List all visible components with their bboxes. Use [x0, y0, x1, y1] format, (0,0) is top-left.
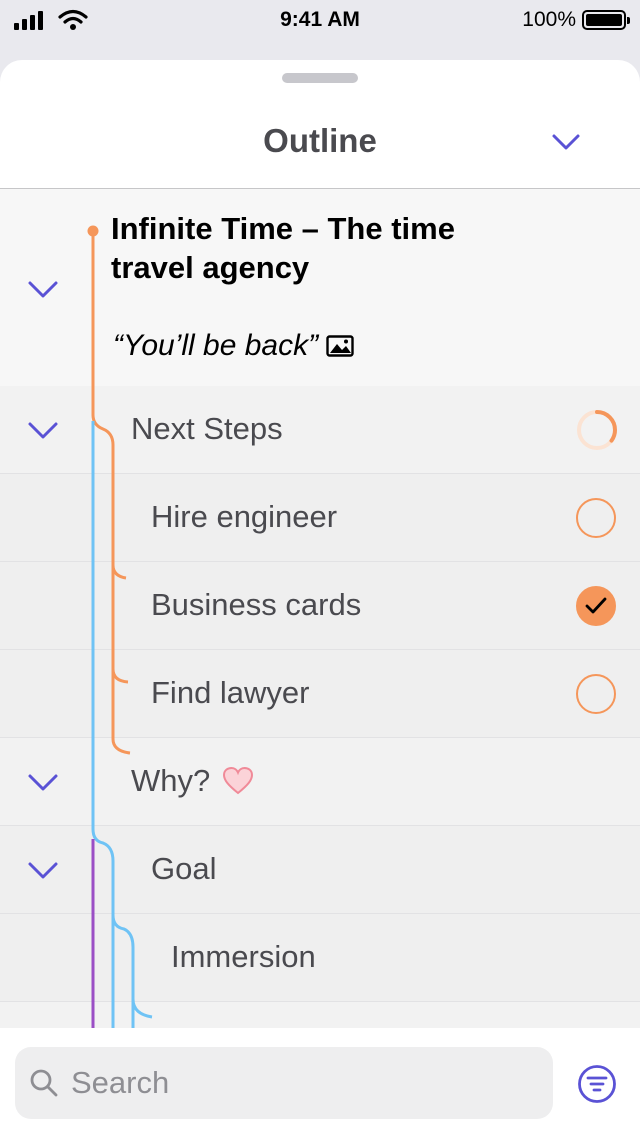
- outline-sheet: Outline Infinite Time – The time travel …: [0, 60, 640, 1136]
- image-icon[interactable]: [326, 335, 354, 357]
- heart-icon: [223, 766, 254, 795]
- wifi-icon: [58, 9, 88, 30]
- chevron-down-icon[interactable]: [26, 858, 60, 882]
- task-checkbox-checked[interactable]: [576, 586, 616, 626]
- outline-row-goal[interactable]: Goal: [0, 826, 640, 914]
- sheet-title: Outline: [263, 122, 377, 159]
- status-bar: 9:41 AM 100%: [0, 0, 640, 40]
- why-label: Why?: [131, 763, 211, 798]
- checkmark-icon: [585, 597, 607, 614]
- task-checkbox[interactable]: [576, 674, 616, 714]
- note-text: “You’ll be back”: [113, 329, 319, 362]
- outline-row-label[interactable]: Immersion: [171, 939, 316, 975]
- outline-row-next-steps[interactable]: Next Steps: [0, 386, 640, 474]
- outline-note[interactable]: “You’ll be back”: [113, 329, 354, 363]
- chevron-down-icon[interactable]: [26, 770, 60, 794]
- outline-row-immersion[interactable]: Immersion: [0, 914, 640, 1002]
- outline-row-label[interactable]: Why?: [131, 763, 254, 799]
- outline-list: Infinite Time – The time travel agency “…: [0, 189, 640, 1029]
- status-left: [14, 9, 194, 31]
- outline-title[interactable]: Infinite Time – The time travel agency: [111, 209, 531, 287]
- outline-row-find-lawyer[interactable]: Find lawyer: [0, 650, 640, 738]
- outline-row-hire-engineer[interactable]: Hire engineer: [0, 474, 640, 562]
- search-input[interactable]: Search: [15, 1047, 553, 1119]
- outline-row-label[interactable]: Next Steps: [131, 411, 283, 447]
- outline-row-why[interactable]: Why?: [0, 738, 640, 826]
- outline-row-label[interactable]: Hire engineer: [151, 499, 337, 535]
- battery-full-icon: [582, 10, 630, 30]
- status-right: 100%: [522, 8, 630, 32]
- chevron-down-icon[interactable]: [26, 277, 60, 301]
- bottom-toolbar: Search: [0, 1028, 640, 1136]
- battery-level: [586, 14, 622, 26]
- sheet-grabber[interactable]: [282, 73, 358, 83]
- outline-title-row[interactable]: Infinite Time – The time travel agency “…: [0, 189, 640, 386]
- search-placeholder: Search: [71, 1065, 170, 1100]
- filter-icon[interactable]: [577, 1064, 617, 1104]
- signal-bars-icon: [14, 11, 43, 30]
- outline-row-label[interactable]: Goal: [151, 851, 216, 887]
- chevron-down-icon[interactable]: [26, 418, 60, 442]
- battery-percent: 100%: [522, 8, 576, 31]
- task-checkbox[interactable]: [576, 498, 616, 538]
- search-icon: [30, 1069, 58, 1097]
- outline-row-label[interactable]: Business cards: [151, 587, 361, 623]
- outline-row-business-cards[interactable]: Business cards: [0, 562, 640, 650]
- progress-ring-icon[interactable]: [576, 409, 618, 451]
- outline-row-label[interactable]: Find lawyer: [151, 675, 310, 711]
- chevron-down-icon[interactable]: [548, 128, 584, 156]
